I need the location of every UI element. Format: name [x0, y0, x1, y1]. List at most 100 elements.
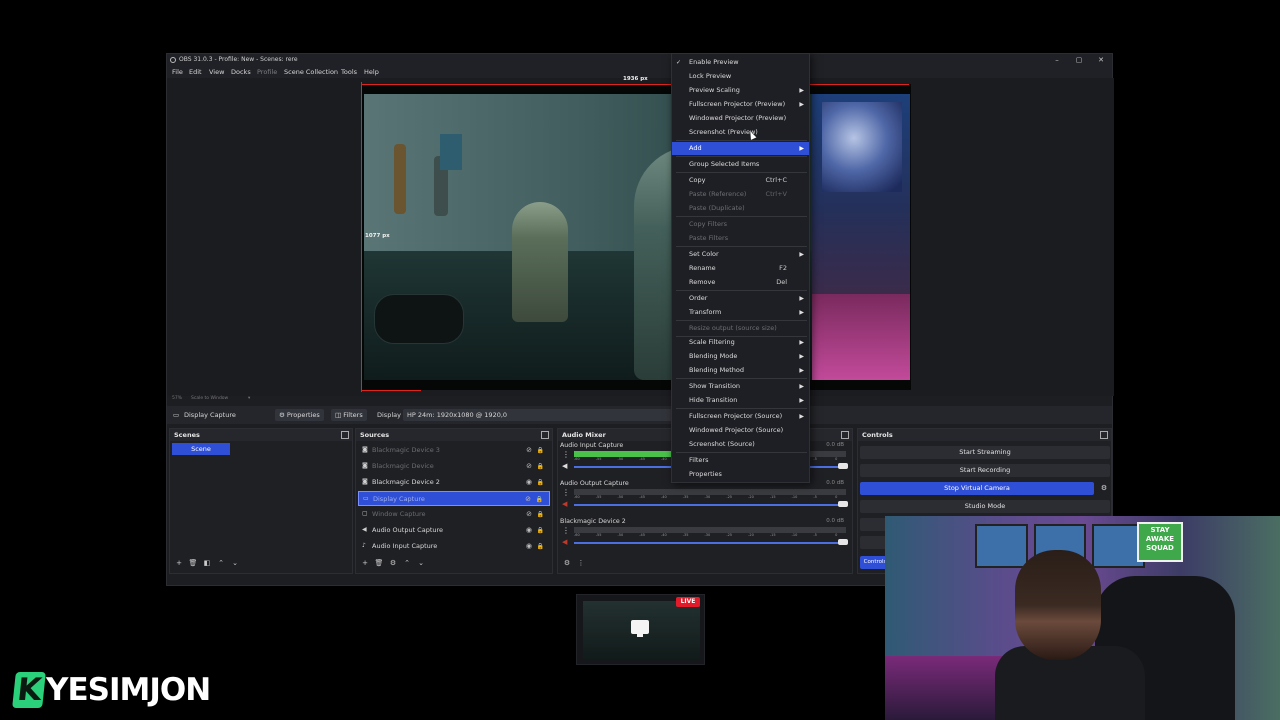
- menu-windowed-projector-preview[interactable]: Windowed Projector (Preview): [672, 112, 809, 125]
- filters-button[interactable]: ◫ Filters: [331, 409, 367, 421]
- eye-icon[interactable]: ◉: [526, 523, 532, 538]
- menu-screenshot-source[interactable]: Screenshot (Source): [672, 438, 809, 451]
- menu-preview-scaling[interactable]: Preview Scaling ▶: [672, 84, 809, 97]
- gear-icon[interactable]: ⚙: [386, 559, 400, 567]
- minimize-button[interactable]: –: [1046, 54, 1068, 66]
- volume-slider[interactable]: [574, 501, 848, 507]
- menu-paste-filters[interactable]: Paste Filters: [672, 232, 809, 245]
- kebab-menu-icon[interactable]: ⋮: [562, 450, 570, 459]
- menu-blending-method[interactable]: Blending Method ▶: [672, 364, 809, 377]
- add-icon[interactable]: +: [172, 559, 186, 567]
- eye-icon[interactable]: ◉: [526, 539, 532, 554]
- menu-group-selected[interactable]: Group Selected Items: [672, 158, 809, 171]
- scene-item[interactable]: Scene: [172, 443, 230, 455]
- chevron-up-icon[interactable]: ⌃: [214, 559, 228, 567]
- source-row[interactable]: ♪ Audio Input Capture ◉ 🔒: [358, 539, 550, 554]
- menu-rename[interactable]: Rename F2: [672, 262, 809, 275]
- maximize-button[interactable]: ▢: [1068, 54, 1090, 66]
- menu-scene-collection[interactable]: Scene Collection: [284, 66, 338, 78]
- menu-resize-output[interactable]: Resize output (source size): [672, 322, 809, 335]
- speaker-icon[interactable]: ◀: [562, 462, 567, 470]
- menu-filters[interactable]: Filters: [672, 454, 809, 467]
- menu-tools[interactable]: Tools: [341, 66, 357, 78]
- properties-button[interactable]: ⚙ Properties: [275, 409, 324, 421]
- lock-icon[interactable]: 🔒: [537, 459, 544, 474]
- menu-docks[interactable]: Docks: [231, 66, 251, 78]
- chevron-down-icon[interactable]: ▾: [248, 396, 250, 401]
- kebab-menu-icon[interactable]: ⋮: [562, 526, 570, 535]
- display-capture-video[interactable]: [364, 94, 910, 380]
- menu-remove[interactable]: Remove Del: [672, 276, 809, 289]
- menu-hide-transition[interactable]: Hide Transition ▶: [672, 394, 809, 407]
- add-icon[interactable]: +: [358, 559, 372, 567]
- slider-handle[interactable]: [838, 539, 848, 545]
- lock-icon[interactable]: 🔒: [537, 443, 544, 458]
- gear-icon[interactable]: ⚙: [560, 559, 574, 567]
- eye-icon[interactable]: ◉: [526, 475, 532, 490]
- menu-add[interactable]: Add ▶: [672, 142, 809, 155]
- menu-scale-filtering[interactable]: Scale Filtering ▶: [672, 336, 809, 349]
- menu-help[interactable]: Help: [364, 66, 379, 78]
- menu-edit[interactable]: Edit: [189, 66, 202, 78]
- slider-handle[interactable]: [838, 501, 848, 507]
- start-streaming-button[interactable]: Start Streaming: [860, 446, 1110, 459]
- menu-paste-reference[interactable]: Paste (Reference) Ctrl+V: [672, 188, 809, 201]
- eye-hidden-icon[interactable]: ⊘: [526, 459, 532, 474]
- menu-view[interactable]: View: [209, 66, 224, 78]
- speaker-muted-icon[interactable]: ◀: [562, 538, 567, 546]
- lock-icon[interactable]: 🔒: [537, 523, 544, 538]
- source-row[interactable]: ◙ Blackmagic Device 3 ⊘ 🔒: [358, 443, 550, 458]
- menu-copy-filters[interactable]: Copy Filters: [672, 218, 809, 231]
- menu-properties[interactable]: Properties: [672, 468, 809, 481]
- source-row[interactable]: ◀ Audio Output Capture ◉ 🔒: [358, 523, 550, 538]
- filter-icon[interactable]: ◧: [200, 559, 214, 567]
- menu-profile[interactable]: Profile: [257, 66, 277, 78]
- chevron-up-icon[interactable]: ⌃: [400, 559, 414, 567]
- menu-set-color[interactable]: Set Color ▶: [672, 248, 809, 261]
- menu-fullscreen-projector-source[interactable]: Fullscreen Projector (Source) ▶: [672, 410, 809, 423]
- slider-handle[interactable]: [838, 463, 848, 469]
- preview-area[interactable]: 1936 px 1077 px: [167, 76, 1114, 396]
- undock-icon[interactable]: [541, 431, 549, 439]
- menu-copy[interactable]: Copy Ctrl+C: [672, 174, 809, 187]
- eye-hidden-icon[interactable]: ⊘: [525, 492, 531, 507]
- menu-show-transition[interactable]: Show Transition ▶: [672, 380, 809, 393]
- menu-file[interactable]: File: [172, 66, 183, 78]
- eye-hidden-icon[interactable]: ⊘: [526, 507, 532, 522]
- chevron-down-icon[interactable]: ⌄: [228, 559, 242, 567]
- speaker-muted-icon[interactable]: ◀: [562, 500, 567, 508]
- kebab-menu-icon[interactable]: ⋮: [574, 559, 588, 567]
- undock-icon[interactable]: [841, 431, 849, 439]
- menu-windowed-projector-source[interactable]: Windowed Projector (Source): [672, 424, 809, 437]
- scale-mode-select[interactable]: Scale to Window: [191, 396, 228, 401]
- source-row[interactable]: ▢ Window Capture ⊘ 🔒: [358, 507, 550, 522]
- start-recording-button[interactable]: Start Recording: [860, 464, 1110, 477]
- menu-order[interactable]: Order ▶: [672, 292, 809, 305]
- undock-icon[interactable]: [1100, 431, 1108, 439]
- chevron-down-icon[interactable]: ⌄: [414, 559, 428, 567]
- trash-icon[interactable]: 🗑: [372, 559, 386, 567]
- menu-blending-mode[interactable]: Blending Mode ▶: [672, 350, 809, 363]
- menu-transform[interactable]: Transform ▶: [672, 306, 809, 319]
- menu-enable-preview[interactable]: ✓ Enable Preview: [672, 56, 809, 69]
- virtual-camera-settings-icon[interactable]: ⚙: [1098, 482, 1110, 495]
- undock-icon[interactable]: [341, 431, 349, 439]
- stop-virtual-camera-button[interactable]: Stop Virtual Camera: [860, 482, 1094, 495]
- kebab-menu-icon[interactable]: ⋮: [562, 488, 570, 497]
- lock-icon[interactable]: 🔒: [537, 507, 544, 522]
- close-button[interactable]: ✕: [1090, 54, 1112, 66]
- menu-lock-preview[interactable]: Lock Preview: [672, 70, 809, 83]
- source-row[interactable]: ◙ Blackmagic Device ⊘ 🔒: [358, 459, 550, 474]
- source-row[interactable]: ◙ Blackmagic Device 2 ◉ 🔒: [358, 475, 550, 490]
- source-row-selected[interactable]: ▭ Display Capture ⊘ 🔒: [358, 491, 550, 506]
- menu-fullscreen-projector-preview[interactable]: Fullscreen Projector (Preview) ▶: [672, 98, 809, 111]
- lock-icon[interactable]: 🔒: [537, 539, 544, 554]
- volume-slider[interactable]: [574, 539, 848, 545]
- menu-screenshot-preview[interactable]: Screenshot (Preview): [672, 126, 809, 139]
- trash-icon[interactable]: 🗑: [186, 559, 200, 567]
- eye-hidden-icon[interactable]: ⊘: [526, 443, 532, 458]
- lock-icon[interactable]: 🔒: [536, 492, 543, 507]
- display-select[interactable]: HP 24m: 1920x1080 @ 1920,0: [403, 409, 673, 421]
- studio-mode-button[interactable]: Studio Mode: [860, 500, 1110, 513]
- menu-paste-duplicate[interactable]: Paste (Duplicate): [672, 202, 809, 215]
